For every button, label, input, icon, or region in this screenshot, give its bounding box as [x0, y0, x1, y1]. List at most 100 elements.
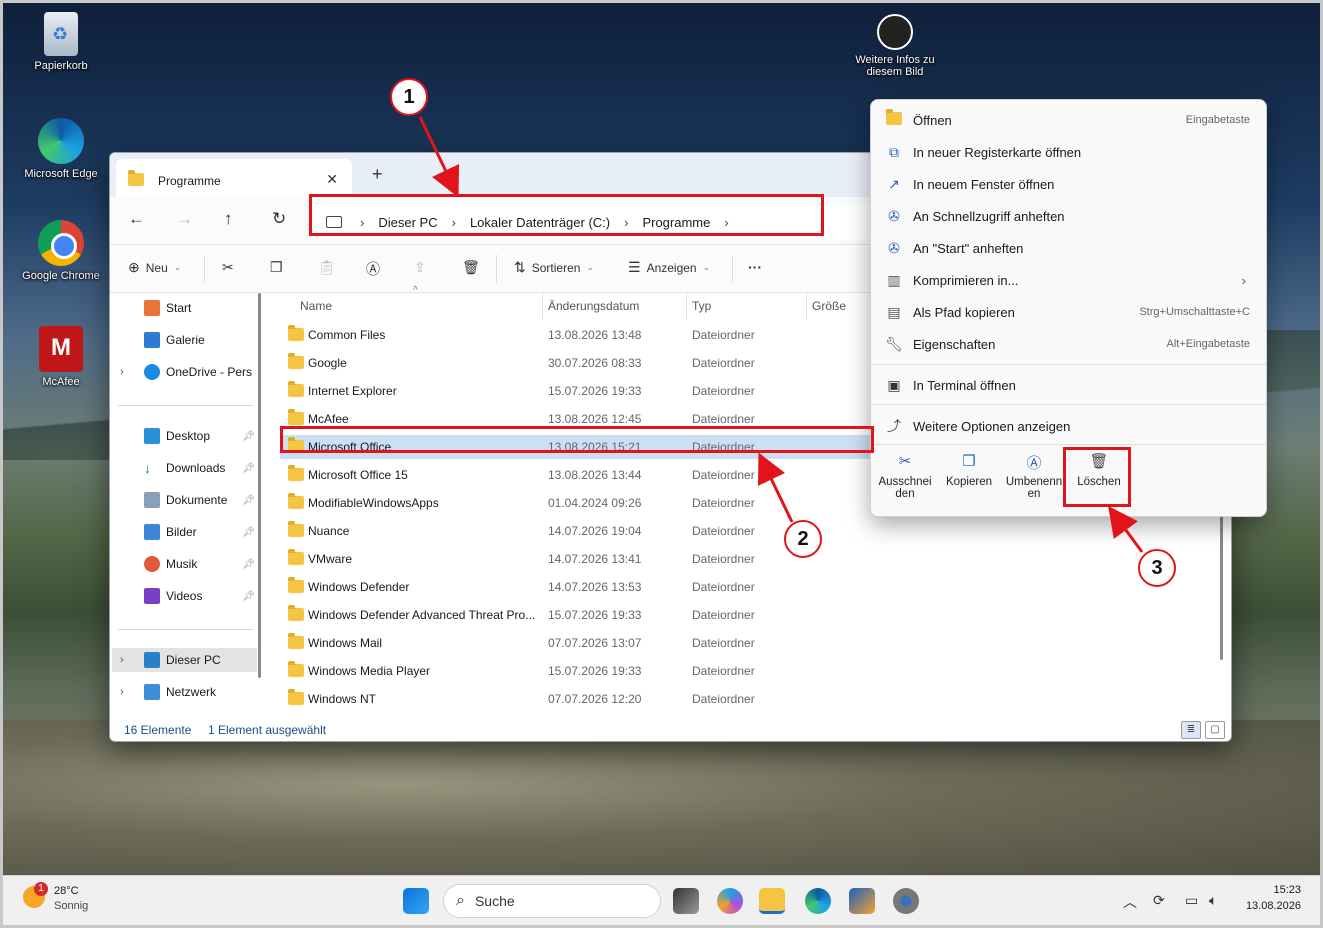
quick-action-cut[interactable]: ✂ Ausschnei den: [874, 452, 936, 500]
quick-action-rename[interactable]: Ⓐ Umbenenn en: [1003, 452, 1065, 500]
column-header-type[interactable]: Typ: [692, 293, 711, 319]
desktop-icon-edge[interactable]: Microsoft Edge: [18, 118, 104, 180]
desktop-icon-recycle-bin[interactable]: Papierkorb: [18, 12, 104, 72]
pictures-icon: [144, 524, 160, 540]
file-row[interactable]: Common Files 13.08.2026 13:48 Dateiordner: [280, 323, 890, 347]
chevron-down-icon: ⌄: [173, 262, 182, 272]
volume-icon[interactable]: 🔈︎: [1209, 892, 1217, 909]
sidebar-item-videos[interactable]: Videos 📌︎: [120, 584, 257, 608]
folder-icon: [288, 409, 304, 425]
details-view-icon[interactable]: ≣: [1181, 721, 1201, 739]
clock-date[interactable]: 13.08.2026: [1239, 900, 1301, 912]
file-row[interactable]: Windows Defender 14.07.2026 13:53 Dateiord…: [280, 575, 890, 599]
copy-button[interactable]: ❐: [270, 259, 283, 276]
sidebar-item-music[interactable]: Musik 📌︎: [120, 552, 257, 576]
close-tab-icon[interactable]: ✕: [326, 171, 338, 188]
cut-button[interactable]: ✂: [222, 259, 234, 276]
file-row[interactable]: Internet Explorer 15.07.2026 19:33 Dateior…: [280, 379, 890, 403]
chevron-up-icon[interactable]: ︿: [1123, 892, 1137, 912]
delete-button[interactable]: 🗑︎: [462, 259, 480, 276]
quick-action-copy[interactable]: ❐ Kopieren: [938, 452, 1000, 488]
file-row[interactable]: Windows NT 07.07.2026 12:20 Dateiordner: [280, 687, 890, 711]
sort-button[interactable]: ⇅ Sortieren ⌄: [514, 259, 594, 276]
sidebar-item-desktop[interactable]: Desktop 📌︎: [120, 424, 257, 448]
file-row[interactable]: Microsoft Office 15 13.08.2026 13:44 Datei…: [280, 463, 890, 487]
sync-icon[interactable]: ⟳: [1153, 892, 1165, 909]
sidebar-item-pictures[interactable]: Bilder 📌︎: [120, 520, 257, 544]
menu-item-open[interactable]: Öffnen Eingabetaste: [877, 105, 1260, 135]
sidebar-scrollbar[interactable]: [258, 293, 261, 678]
quick-action-label: den: [895, 488, 915, 500]
chevron-right-icon[interactable]: ›: [120, 654, 134, 666]
copilot-icon[interactable]: [717, 888, 743, 914]
sidebar-item-documents[interactable]: Dokumente 📌︎: [120, 488, 257, 512]
network-icon[interactable]: ▭: [1185, 892, 1198, 909]
archive-icon: ▥: [887, 271, 901, 288]
task-view-icon[interactable]: [673, 888, 699, 914]
edge-taskbar-icon[interactable]: [805, 888, 831, 914]
search-placeholder: Suche: [474, 893, 515, 909]
search-box[interactable]: ⌕ Suche: [443, 884, 661, 918]
sidebar-item-onedrive[interactable]: › OneDrive - Pers: [120, 360, 257, 384]
view-button[interactable]: ☰ Anzeigen ⌄: [628, 259, 710, 276]
chevron-right-icon[interactable]: ›: [120, 366, 134, 378]
column-divider[interactable]: [542, 293, 543, 319]
paste-button[interactable]: 📋︎: [318, 259, 336, 276]
more-options-button[interactable]: ···: [748, 259, 762, 275]
forward-arrow-icon[interactable]: →: [176, 209, 193, 229]
rename-button[interactable]: Ⓐ: [366, 259, 380, 279]
weather-temperature[interactable]: 28°C: [54, 885, 79, 897]
sidebar-item-label: Downloads: [166, 461, 226, 475]
menu-divider: [871, 404, 1266, 405]
sort-icon: ⇅: [514, 259, 526, 275]
file-row[interactable]: Windows Mail 07.07.2026 13:07 Dateiordner: [280, 631, 890, 655]
copy-icon: ❐: [270, 259, 283, 275]
menu-item-pin-quick-access[interactable]: ✇ An Schnellzugriff anheften: [877, 201, 1260, 231]
file-date: 30.07.2026 08:33: [548, 356, 642, 370]
new-button[interactable]: ⊕ Neu ⌄: [128, 259, 181, 276]
chevron-down-icon: ⌄: [702, 262, 711, 272]
sidebar-item-network[interactable]: › Netzwerk: [120, 680, 257, 704]
desktop-icon-label: Microsoft Edge: [24, 168, 98, 180]
new-tab-icon[interactable]: +: [372, 164, 383, 185]
desktop-icon-image-info[interactable]: Weitere Infos zu diesem Bild: [845, 14, 945, 78]
settings-gear-icon[interactable]: [893, 888, 919, 914]
windows-start-icon[interactable]: [403, 888, 429, 914]
refresh-icon[interactable]: ↻: [272, 209, 286, 229]
chevron-right-icon[interactable]: ›: [120, 686, 134, 698]
sidebar-item-gallery[interactable]: Galerie: [120, 328, 257, 352]
store-icon[interactable]: [849, 888, 875, 914]
file-name: ModifiableWindowsApps: [308, 496, 439, 510]
menu-item-pin-start[interactable]: ✇ An "Start" anheften: [877, 233, 1260, 263]
tab-programme[interactable]: Programme ✕: [116, 159, 352, 197]
column-header-date[interactable]: Änderungsdatum: [548, 293, 639, 319]
download-arrow-icon: ↓: [144, 460, 151, 476]
menu-item-properties[interactable]: 🔧︎ Eigenschaften Alt+Eingabetaste: [877, 329, 1260, 359]
column-divider[interactable]: [806, 293, 807, 319]
menu-item-open-new-window[interactable]: ↗ In neuem Fenster öffnen: [877, 169, 1260, 199]
menu-item-open-new-tab[interactable]: ⧉ In neuer Registerkarte öffnen: [877, 137, 1260, 167]
weather-description[interactable]: Sonnig: [54, 900, 88, 912]
file-row[interactable]: ModifiableWindowsApps 01.04.2024 09:26 Dat…: [280, 491, 890, 515]
sidebar-item-downloads[interactable]: ↓ Downloads 📌︎: [120, 456, 257, 480]
desktop-icon-chrome[interactable]: Google Chrome: [18, 220, 104, 282]
desktop-icon-mcafee[interactable]: McAfee: [18, 326, 104, 388]
column-divider[interactable]: [686, 293, 687, 319]
file-row[interactable]: Windows Defender Advanced Threat Pro... 1…: [280, 603, 890, 627]
file-explorer-taskbar-icon[interactable]: [759, 888, 785, 914]
share-button[interactable]: ⇪: [414, 259, 426, 276]
menu-item-more-options[interactable]: ⤴ Weitere Optionen anzeigen: [877, 411, 1260, 441]
menu-item-terminal[interactable]: ▣ In Terminal öffnen: [877, 370, 1260, 400]
tiles-view-icon[interactable]: ▢: [1205, 721, 1225, 739]
column-header-size[interactable]: Größe: [812, 293, 846, 319]
column-header-name[interactable]: Name: [300, 293, 332, 319]
up-arrow-icon[interactable]: ↑: [224, 209, 233, 229]
back-arrow-icon[interactable]: ←: [128, 209, 145, 229]
file-row[interactable]: Windows Media Player 15.07.2026 19:33 Date…: [280, 659, 890, 683]
sidebar-item-start[interactable]: Start: [120, 296, 257, 320]
clock-time[interactable]: 15:23: [1253, 884, 1301, 896]
sidebar-item-this-pc[interactable]: › Dieser PC: [112, 648, 257, 672]
file-row[interactable]: Google 30.07.2026 08:33 Dateiordner: [280, 351, 890, 375]
menu-item-compress[interactable]: ▥ Komprimieren in... ›: [877, 265, 1260, 295]
menu-item-copy-path[interactable]: ▤ Als Pfad kopieren Strg+Umschalttaste+C: [877, 297, 1260, 327]
